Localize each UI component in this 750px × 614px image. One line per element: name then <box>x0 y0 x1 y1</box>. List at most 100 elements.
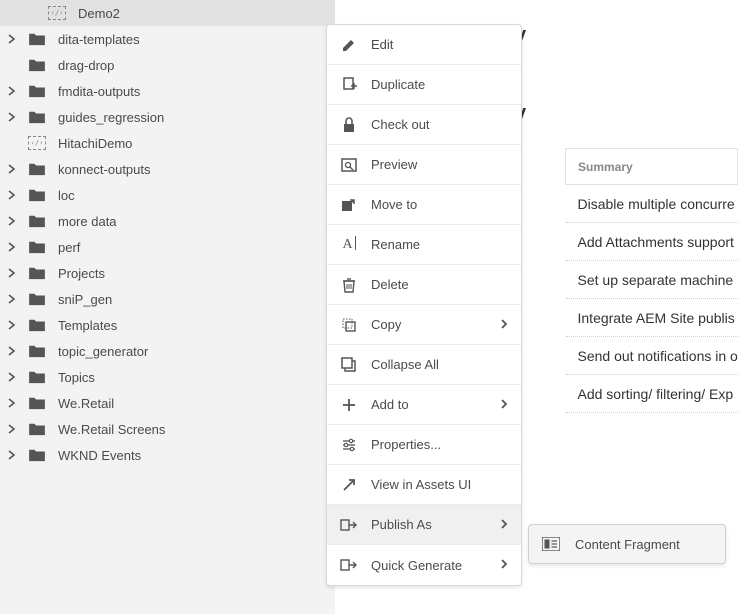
table-row[interactable]: Integrate AEM Site publis <box>566 299 738 337</box>
summary-column-header[interactable]: Summary <box>566 149 738 185</box>
tree-item-more-data[interactable]: more data <box>0 208 335 234</box>
table-row[interactable]: Disable multiple concurre <box>566 185 738 223</box>
tree-item-we-retail[interactable]: We.Retail <box>0 390 335 416</box>
tree-item-label: more data <box>58 214 117 229</box>
chevron-right-icon[interactable] <box>4 109 20 125</box>
folder-icon <box>26 238 48 256</box>
summary-table: Summary Disable multiple concurreAdd Att… <box>565 148 738 413</box>
preview-icon <box>337 155 361 175</box>
menu-item-delete[interactable]: Delete <box>327 265 521 305</box>
lock-icon <box>337 115 361 135</box>
summary-cell: Send out notifications in o <box>566 337 738 375</box>
tree-item-wknd-events[interactable]: WKND Events <box>0 442 335 468</box>
menu-item-copy[interactable]: Copy <box>327 305 521 345</box>
menu-item-check-out[interactable]: Check out <box>327 105 521 145</box>
folder-icon <box>26 264 48 282</box>
menu-item-collapse-all[interactable]: Collapse All <box>327 345 521 385</box>
chevron-right-icon <box>497 317 511 333</box>
publish-icon <box>337 515 361 535</box>
chevron-right-icon[interactable] <box>4 83 20 99</box>
tree-item-demo2[interactable]: ‹/›Demo2 <box>0 0 335 26</box>
tree-item-label: topic_generator <box>58 344 148 359</box>
menu-item-preview[interactable]: Preview <box>327 145 521 185</box>
tree-item-projects[interactable]: Projects <box>0 260 335 286</box>
menu-item-edit[interactable]: Edit <box>327 25 521 65</box>
menu-item-add-to[interactable]: Add to <box>327 385 521 425</box>
tree-item-topics[interactable]: Topics <box>0 364 335 390</box>
folder-icon <box>26 316 48 334</box>
context-menu: Edit Duplicate Check out Preview Move to A Ren… <box>326 24 522 586</box>
collapse-icon <box>337 355 361 375</box>
folder-icon <box>26 290 48 308</box>
tree-item-label: We.Retail <box>58 396 114 411</box>
menu-item-rename[interactable]: A Rename <box>327 225 521 265</box>
chevron-right-icon[interactable] <box>4 239 20 255</box>
rename-icon: A <box>337 235 361 255</box>
menu-item-label: Collapse All <box>371 357 511 372</box>
menu-item-label: Publish As <box>371 517 497 532</box>
menu-item-label: Quick Generate <box>371 558 497 573</box>
arrowout-icon <box>337 475 361 495</box>
publish-icon <box>337 555 361 575</box>
tree-item-perf[interactable]: perf <box>0 234 335 260</box>
chevron-right-icon[interactable] <box>4 395 20 411</box>
menu-item-label: Copy <box>371 317 497 332</box>
table-row[interactable]: Add Attachments support <box>566 223 738 261</box>
menu-item-label: View in Assets UI <box>371 477 511 492</box>
chevron-right-icon[interactable] <box>4 291 20 307</box>
tree-item-topic-generator[interactable]: topic_generator <box>0 338 335 364</box>
tree-item-konnect-outputs[interactable]: konnect-outputs <box>0 156 335 182</box>
chevron-right-icon <box>497 557 511 573</box>
menu-item-label: Preview <box>371 157 511 172</box>
tree-item-loc[interactable]: loc <box>0 182 335 208</box>
ditamap-icon: ‹/› <box>46 4 68 22</box>
menu-item-properties-[interactable]: Properties... <box>327 425 521 465</box>
menu-item-duplicate[interactable]: Duplicate <box>327 65 521 105</box>
properties-icon <box>337 435 361 455</box>
folder-icon <box>26 186 48 204</box>
chevron-right-icon[interactable] <box>4 317 20 333</box>
chevron-right-icon[interactable] <box>4 421 20 437</box>
tree-item-label: Templates <box>58 318 117 333</box>
tree-item-drag-drop[interactable]: drag-drop <box>0 52 335 78</box>
menu-item-move-to[interactable]: Move to <box>327 185 521 225</box>
pencil-icon <box>337 35 361 55</box>
folder-icon <box>26 212 48 230</box>
summary-cell: Add sorting/ filtering/ Exp <box>566 375 738 413</box>
folder-icon <box>26 82 48 100</box>
tree-item-fmdita-outputs[interactable]: fmdita-outputs <box>0 78 335 104</box>
menu-item-publish-as[interactable]: Publish As <box>327 505 521 545</box>
plus-icon <box>337 395 361 415</box>
table-row[interactable]: Add sorting/ filtering/ Exp <box>566 375 738 413</box>
moveto-icon <box>337 195 361 215</box>
table-row[interactable]: Send out notifications in o <box>566 337 738 375</box>
chevron-right-icon[interactable] <box>4 447 20 463</box>
chevron-right-icon[interactable] <box>4 31 20 47</box>
table-row[interactable]: Set up separate machine <box>566 261 738 299</box>
tree-item-dita-templates[interactable]: dita-templates <box>0 26 335 52</box>
copy-icon <box>337 315 361 335</box>
chevron-right-icon <box>497 397 511 413</box>
folder-icon <box>26 56 48 74</box>
chevron-right-icon[interactable] <box>4 369 20 385</box>
tree-item-snip-gen[interactable]: sniP_gen <box>0 286 335 312</box>
tree-item-label: perf <box>58 240 80 255</box>
menu-item-view-in-assets-ui[interactable]: View in Assets UI <box>327 465 521 505</box>
content-fragment-label: Content Fragment <box>575 537 680 552</box>
tree-item-templates[interactable]: Templates <box>0 312 335 338</box>
tree-item-we-retail-screens[interactable]: We.Retail Screens <box>0 416 335 442</box>
publish-as-submenu[interactable]: Content Fragment <box>528 524 726 564</box>
chevron-right-icon[interactable] <box>4 187 20 203</box>
menu-item-quick-generate[interactable]: Quick Generate <box>327 545 521 585</box>
tree-item-label: sniP_gen <box>58 292 112 307</box>
chevron-right-icon[interactable] <box>4 343 20 359</box>
chevron-right-icon[interactable] <box>4 213 20 229</box>
chevron-right-icon[interactable] <box>4 265 20 281</box>
menu-item-label: Edit <box>371 37 511 52</box>
tree-item-guides-regression[interactable]: guides_regression <box>0 104 335 130</box>
summary-cell: Disable multiple concurre <box>566 185 738 223</box>
tree-item-hitachidemo[interactable]: ‹/›HitachiDemo <box>0 130 335 156</box>
chevron-right-icon[interactable] <box>4 161 20 177</box>
menu-item-label: Rename <box>371 237 511 252</box>
menu-item-label: Duplicate <box>371 77 511 92</box>
